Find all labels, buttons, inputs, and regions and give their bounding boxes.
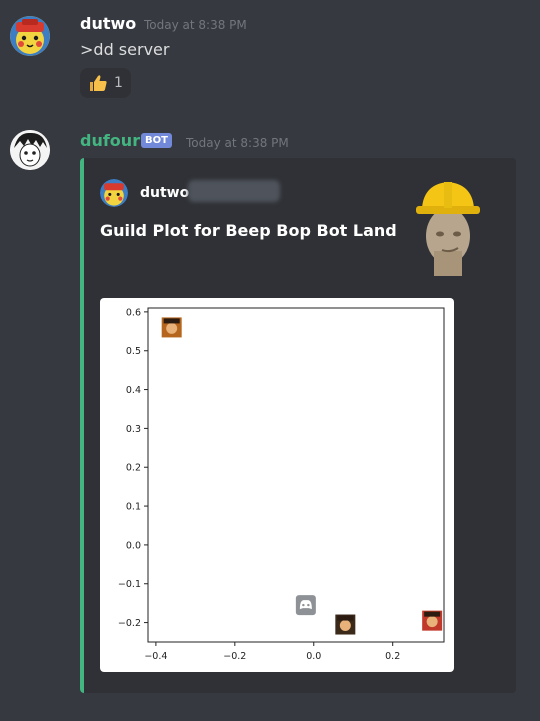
- reaction-count: 1: [114, 75, 123, 91]
- data-point-avatar: [335, 614, 356, 635]
- anime-face-avatar-icon: [10, 130, 50, 170]
- y-tick-label: 0.5: [126, 346, 141, 357]
- embed-title-prefix: Guild Plot for: [100, 221, 226, 240]
- guild-plot-image[interactable]: 0.6 0.5 0.4 0.3 0.2 0.1 0.0 −0.1 −0.2 −0.4 −0.2 0.…: [100, 298, 454, 672]
- embed-author-avatar[interactable]: [100, 179, 128, 207]
- message-text: >dd server: [80, 40, 170, 59]
- embed-title: Guild Plot for Beep Bop Bot Land: [100, 220, 397, 242]
- timestamp: Today at 8:38 PM: [186, 136, 289, 150]
- embed-title-guild: Beep Bop Bot Land: [225, 221, 397, 240]
- thumbs-up-icon: [90, 75, 107, 91]
- bot-username[interactable]: dufour: [80, 131, 140, 151]
- data-point-avatar: [422, 610, 443, 631]
- y-tick-label: −0.1: [118, 579, 141, 590]
- pikachu-avatar-icon: [10, 16, 50, 56]
- username[interactable]: dutwo: [80, 14, 136, 34]
- hardhat-meme-man-icon: [416, 182, 480, 276]
- plot-frame: [147, 307, 445, 643]
- rich-embed: dutwo Guild Plot for Beep Bop Bot Land 0…: [80, 158, 516, 693]
- x-tick-label: −0.2: [223, 651, 246, 662]
- user-avatar[interactable]: [10, 16, 50, 56]
- timestamp: Today at 8:38 PM: [144, 18, 247, 32]
- embed-accent-bar: [80, 158, 84, 693]
- y-tick-label: 0.3: [126, 424, 141, 435]
- bot-avatar[interactable]: [10, 130, 50, 170]
- x-tick-label: 0.2: [385, 651, 400, 662]
- pikachu-avatar-icon: [100, 179, 128, 207]
- y-tick-label: −0.2: [118, 618, 141, 629]
- y-tick-label: 0.6: [126, 307, 141, 318]
- redacted-text-blur: [188, 180, 280, 202]
- embed-thumbnail[interactable]: [412, 176, 484, 276]
- y-tick-label: 0.0: [126, 540, 141, 551]
- y-tick-label: 0.4: [126, 385, 141, 396]
- data-point-avatar: [161, 317, 182, 338]
- embed-author-name[interactable]: dutwo: [140, 182, 189, 204]
- y-tick-label: 0.2: [126, 463, 141, 474]
- x-tick-label: −0.4: [144, 651, 167, 662]
- reaction-button[interactable]: 1: [80, 68, 131, 98]
- y-tick-label: 0.1: [126, 502, 141, 513]
- x-tick-label: 0.0: [306, 651, 321, 662]
- bot-tag: BOT: [141, 133, 172, 148]
- data-point-discord-logo: [295, 595, 316, 616]
- scatter-plot: 0.6 0.5 0.4 0.3 0.2 0.1 0.0 −0.1 −0.2 −0.4 −0.2 0.…: [118, 307, 445, 662]
